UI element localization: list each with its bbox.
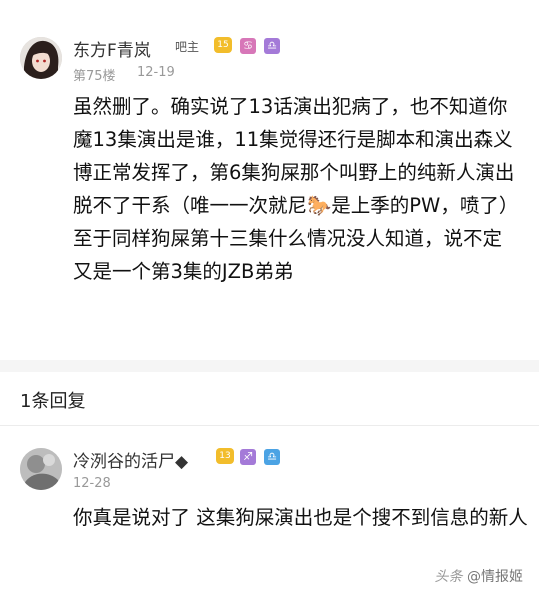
sagittarius-icon: ♐ xyxy=(240,449,256,465)
reply-body: 你真是说对了 这集狗屎演出也是个搜不到信息的新人 xyxy=(73,506,528,529)
section-gap xyxy=(0,360,539,372)
reply-author-name[interactable]: 冷洌谷的活尸◆ xyxy=(73,447,188,472)
reply-count[interactable]: 1条回复 xyxy=(20,387,85,413)
level-badge: 15 xyxy=(214,37,232,53)
role-badge: 吧主 xyxy=(175,40,200,54)
watermark: 头条 @情报姬 xyxy=(435,566,523,586)
reply-avatar[interactable] xyxy=(20,448,62,490)
cancer-icon: ♋ xyxy=(240,38,256,54)
reply-level-badge: 13 xyxy=(216,448,234,464)
post-body: 虽然删了。确实说了13话演出犯病了，也不知道你魔13集演出是谁，11集觉得还行是… xyxy=(73,95,519,283)
post-date: 12-19 xyxy=(137,65,175,80)
author-avatar[interactable] xyxy=(20,37,62,79)
reply-date: 12-28 xyxy=(73,476,111,491)
libra-icon: ♎ xyxy=(264,38,280,54)
libra-icon: ♎ xyxy=(264,449,280,465)
divider xyxy=(0,425,539,426)
post-card: 东方F青岚 吧主 15 ♋ ♎ 第75楼 12-19 虽然删了。确实说了13话演… xyxy=(0,0,539,360)
toutiao-logo: 头条 xyxy=(434,569,463,585)
author-name[interactable]: 东方F青岚 xyxy=(73,36,151,61)
watermark-handle: @情报姬 xyxy=(467,569,523,585)
floor-number: 第75楼 xyxy=(73,69,116,84)
